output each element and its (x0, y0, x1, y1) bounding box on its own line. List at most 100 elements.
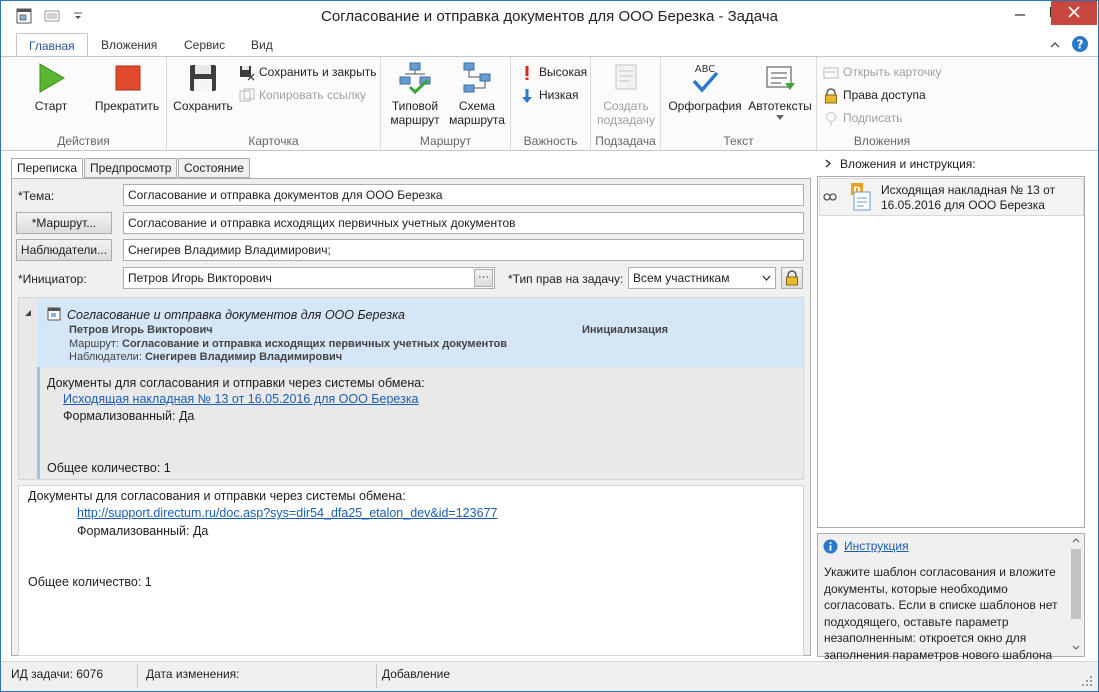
close-icon (1068, 6, 1080, 18)
editor-line1: Документы для согласования и отправки че… (28, 489, 406, 503)
route-scheme-label-1: Схема (458, 99, 496, 113)
collapse-triangle-icon[interactable] (24, 309, 32, 317)
resize-grip-icon[interactable] (1081, 675, 1093, 687)
rights-label: *Тип прав на задачу: (508, 272, 624, 286)
save-floppy-icon (190, 65, 216, 91)
stop-icon (115, 65, 141, 91)
route-scheme-button[interactable]: Схема маршрута (445, 61, 509, 127)
route-button[interactable]: *Маршрут... (16, 212, 112, 234)
close-button[interactable] (1051, 1, 1097, 25)
title-bar: Согласование и отправка документов для О… (1, 1, 1098, 31)
autotext-button[interactable]: Автотексты (745, 61, 815, 121)
link-chain-icon (823, 193, 837, 201)
attachment-item[interactable]: D Исходящая накладная № 13 от 16.05.2016… (819, 178, 1084, 216)
route-input[interactable]: Согласование и отправка исходящих первич… (123, 212, 804, 234)
subject-input[interactable]: Согласование и отправка документов для О… (123, 184, 804, 206)
group-route: Типовой маршрут Схема маршрута Маршрут (381, 57, 511, 150)
tab-attachments[interactable]: Вложения (89, 33, 169, 57)
tab-preview[interactable]: Предпросмотр (84, 158, 178, 178)
access-rights-button[interactable]: Права доступа (823, 88, 926, 108)
rights-lock-button[interactable] (781, 267, 803, 289)
scroll-thumb[interactable] (1071, 549, 1081, 619)
group-label-attachments: Вложения (853, 134, 911, 148)
spelling-button[interactable]: ABC Орфография (665, 61, 745, 113)
typical-route-button[interactable]: Типовой маршрут (385, 61, 445, 127)
rights-select[interactable]: Всем участникам (628, 267, 776, 289)
message-route-value: Согласование и отправка исходящих первич… (122, 338, 508, 350)
create-subtask-label-1: Создать (603, 99, 649, 113)
message-observers-value: Снегирев Владимир Владимирович (144, 351, 343, 363)
status-divider (376, 664, 377, 688)
copy-link-label: Копировать ссылку (259, 88, 366, 103)
save-button[interactable]: Сохранить (171, 61, 235, 113)
group-attachments: Открыть карточку Права доступа Подписать… (817, 57, 947, 150)
message-observers-label: Наблюдатели: (69, 351, 142, 363)
start-label: Старт (34, 99, 68, 113)
message-doc-link[interactable]: Исходящая накладная № 13 от 16.05.2016 д… (63, 392, 419, 406)
group-label-route: Маршрут (419, 134, 472, 148)
save-close-icon (240, 66, 255, 81)
subtask-icon (615, 64, 637, 90)
subject-label: *Тема: (18, 189, 55, 203)
importance-low-label: Низкая (539, 88, 579, 103)
message-editor[interactable]: Документы для согласования и отправки че… (18, 485, 804, 656)
high-importance-icon (525, 66, 529, 80)
importance-high-label: Высокая (539, 65, 588, 80)
right-pane-title[interactable]: Вложения и инструкция: (824, 157, 976, 171)
save-label: Сохранить (173, 99, 233, 113)
access-rights-label: Права доступа (843, 88, 926, 103)
message-stage: Инициализация (582, 324, 669, 336)
chevron-right-icon (825, 159, 832, 168)
minimize-button[interactable] (1003, 1, 1037, 25)
observers-input[interactable]: Снегирев Владимир Владимирович; (123, 239, 804, 261)
importance-low-button[interactable]: Низкая (519, 88, 579, 108)
start-button[interactable]: Старт (21, 61, 81, 113)
sign-seal-icon (826, 112, 836, 126)
autotext-label: Автотексты (748, 99, 812, 113)
typical-route-icon (399, 62, 431, 95)
importance-high-button[interactable]: Высокая (519, 65, 587, 85)
instruction-link[interactable]: Инструкция (844, 539, 909, 553)
autotext-icon (766, 66, 795, 90)
copy-link-button[interactable]: Копировать ссылку (239, 88, 366, 108)
scroll-down-icon[interactable] (1072, 645, 1080, 651)
start-play-icon (39, 63, 65, 93)
observers-button[interactable]: Наблюдатели... (16, 239, 112, 261)
help-icon[interactable]: ? (1071, 35, 1089, 53)
initiator-label: *Инициатор: (18, 272, 87, 286)
editor-link[interactable]: http://support.directum.ru/doc.asp?sys=d… (77, 506, 497, 520)
status-divider (137, 664, 138, 688)
sign-button[interactable]: Подписать (823, 111, 902, 131)
message-header: Согласование и отправка документов для О… (37, 299, 803, 367)
initiator-input[interactable]: Петров Игорь Викторович (123, 267, 495, 289)
message-formalized: Формализованный: Да (63, 409, 195, 423)
tab-service[interactable]: Сервис (172, 33, 237, 57)
scroll-up-icon[interactable] (1072, 537, 1080, 543)
initiator-browse-button[interactable]: ··· (474, 269, 493, 287)
stop-button[interactable]: Прекратить (89, 61, 165, 113)
route-scheme-label-2: маршрута (449, 113, 505, 127)
group-label-actions: Действия (57, 134, 110, 148)
tab-state[interactable]: Состояние (178, 158, 250, 178)
open-card-label: Открыть карточку (843, 65, 942, 80)
collapse-ribbon-icon[interactable] (1049, 39, 1061, 51)
task-icon (47, 307, 61, 321)
group-text: ABC Орфография Автотексты Текст (661, 57, 817, 150)
group-card: Сохранить Сохранить и закрыть Копировать… (167, 57, 381, 150)
copy-link-icon (239, 88, 255, 102)
create-subtask-button[interactable]: Создать подзадачу (593, 61, 659, 127)
open-card-button[interactable]: Открыть карточку (823, 65, 941, 85)
save-close-button[interactable]: Сохранить и закрыть (239, 65, 376, 85)
tab-home[interactable]: Главная (16, 33, 88, 58)
lock-icon (786, 270, 798, 286)
tab-view[interactable]: Вид (239, 33, 285, 57)
group-label-text: Текст (723, 134, 754, 148)
spelling-check-icon: ABC (692, 64, 719, 93)
editor-total: Общее количество: 1 (28, 575, 152, 589)
editor-formalized: Формализованный: Да (77, 524, 209, 538)
group-label-card: Карточка (248, 134, 299, 148)
instruction-scrollbar[interactable] (1069, 535, 1083, 655)
tab-correspondence[interactable]: Переписка (11, 158, 84, 179)
message-route-line: Маршрут: Согласование и отправка исходящ… (69, 338, 507, 350)
message-route-label: Маршрут: (69, 338, 119, 350)
